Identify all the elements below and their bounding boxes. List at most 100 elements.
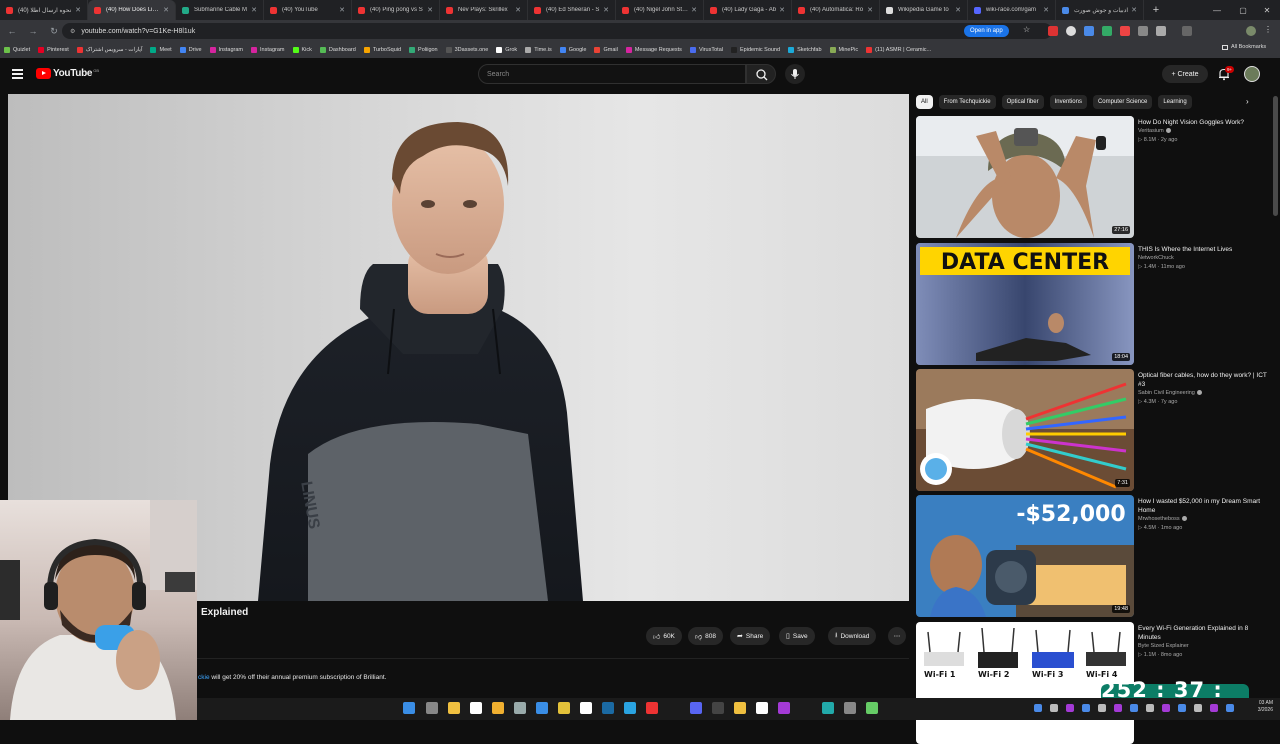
store-icon[interactable] <box>536 702 548 714</box>
tab-close-icon[interactable]: ✕ <box>339 6 345 14</box>
bookmark-item[interactable]: Kick <box>292 47 312 53</box>
video-thumbnail[interactable]: -$52,000 19:48 <box>916 495 1134 617</box>
bookmark-item[interactable]: Sketchfab <box>788 47 822 53</box>
search-input[interactable]: Search <box>478 64 746 84</box>
app-icon[interactable] <box>756 702 768 714</box>
bookmark-item[interactable]: Instagram <box>251 47 285 53</box>
system-tray-icon[interactable] <box>1130 704 1138 712</box>
tab-close-icon[interactable]: ✕ <box>955 6 961 14</box>
tab-close-icon[interactable]: ✕ <box>603 6 609 14</box>
system-tray-icon[interactable] <box>1050 704 1058 712</box>
system-tray-icon[interactable] <box>1194 704 1202 712</box>
system-tray-icon[interactable] <box>1082 704 1090 712</box>
telegram-icon[interactable] <box>624 702 636 714</box>
bookmark-item[interactable]: MinePic <box>829 47 858 53</box>
bookmark-item[interactable]: Time.is <box>525 47 552 53</box>
browser-tab[interactable]: Submarine Cable M ✕ <box>176 0 264 20</box>
folder-icon[interactable] <box>448 702 460 714</box>
rider-icon[interactable] <box>778 702 790 714</box>
tab-close-icon[interactable]: ✕ <box>515 6 521 14</box>
recommended-title[interactable]: Every Wi-Fi Generation Explained in 8 Mi… <box>1138 624 1268 642</box>
tab-close-icon[interactable]: ✕ <box>251 6 257 14</box>
chrome-icon[interactable] <box>558 702 570 714</box>
system-tray-icon[interactable] <box>1066 704 1074 712</box>
channel-name-row[interactable]: Byte Sized Explainer <box>1138 643 1189 649</box>
browser-tab[interactable]: (40) Lady Gaga - Ab ✕ <box>704 0 792 20</box>
extension-icon[interactable] <box>1102 26 1112 36</box>
dislike-button[interactable]: 👎︎ 808 <box>688 627 723 645</box>
tab-close-icon[interactable]: ✕ <box>867 6 873 14</box>
search-button[interactable] <box>746 64 776 84</box>
filter-chip[interactable]: Inventions <box>1049 95 1087 109</box>
create-button[interactable]: + Create <box>1162 65 1208 83</box>
filter-chip[interactable]: From Techquickie <box>938 95 996 109</box>
system-tray-icon[interactable] <box>1034 704 1042 712</box>
channel-name-row[interactable]: Veritasium <box>1138 128 1171 134</box>
media-icon[interactable] <box>1182 26 1192 36</box>
save-button[interactable]: ▯ Save <box>779 627 815 645</box>
video-thumbnail[interactable]: 27:16 <box>916 116 1134 238</box>
minimize-button[interactable]: — <box>1204 0 1230 20</box>
tab-close-icon[interactable]: ✕ <box>691 6 697 14</box>
bookmark-item[interactable]: Drive <box>179 47 202 53</box>
recommended-video[interactable]: 27:16 How Do Night Vision Goggles Work? Ve… <box>916 116 1270 238</box>
app-icon[interactable] <box>866 702 878 714</box>
browser-tab[interactable]: (40) نحوه ارسال اطلا ✕ <box>0 0 88 20</box>
browser-tab[interactable]: Wikipedia Game to ✕ <box>880 0 968 20</box>
file-explorer-icon[interactable] <box>492 702 504 714</box>
system-tray-icon[interactable] <box>1098 704 1106 712</box>
open-in-app-button[interactable]: Open in app <box>964 25 1009 37</box>
bookmark-item[interactable]: Gmail <box>594 47 618 53</box>
app-icon[interactable] <box>646 702 658 714</box>
video-thumbnail[interactable]: DATA CENTER 18:04 <box>916 243 1134 365</box>
extension-icon[interactable] <box>1048 26 1058 36</box>
tab-close-icon[interactable]: ✕ <box>779 6 785 14</box>
channel-name-row[interactable]: NetworkChuck <box>1138 255 1174 261</box>
app-icon[interactable] <box>822 702 834 714</box>
filter-chip[interactable]: Computer Science <box>1092 95 1153 109</box>
chevron-right-icon[interactable]: › <box>1246 97 1256 107</box>
back-icon[interactable]: ← <box>3 22 21 40</box>
extension-icon[interactable] <box>1066 26 1076 36</box>
system-tray-icon[interactable] <box>1210 704 1218 712</box>
recommended-title[interactable]: How I wasted $52,000 in my Dream Smart H… <box>1138 497 1268 515</box>
reload-icon[interactable]: ↻ <box>45 22 63 40</box>
tab-close-icon[interactable]: ✕ <box>1131 6 1137 14</box>
system-tray-icon[interactable] <box>1146 704 1154 712</box>
youtube-logo[interactable]: YouTube GB <box>36 68 99 79</box>
maximize-button[interactable]: ▢ <box>1230 0 1256 20</box>
site-info-icon[interactable]: ⚙ <box>70 28 75 35</box>
browser-tab[interactable]: Nev Plays: Skrillex ✕ <box>440 0 528 20</box>
search-icon[interactable] <box>470 702 482 714</box>
extensions-puzzle-icon[interactable] <box>1156 26 1166 36</box>
task-view-icon[interactable] <box>426 702 438 714</box>
bookmark-item[interactable]: آپارات - سرویس اشتراک <box>76 47 142 53</box>
hamburger-menu-icon[interactable] <box>12 69 23 79</box>
bookmark-item[interactable]: TurboSquid <box>363 47 401 53</box>
system-tray-icon[interactable] <box>1114 704 1122 712</box>
profile-avatar-icon[interactable] <box>1246 26 1256 36</box>
browser-tab[interactable]: (40) Ed Sheeran - S ✕ <box>528 0 616 20</box>
app-icon[interactable] <box>580 702 592 714</box>
all-bookmarks-button[interactable]: All Bookmarks <box>1222 44 1266 50</box>
channel-name-row[interactable]: Mrwhosetheboss <box>1138 516 1187 522</box>
extension-icon[interactable] <box>1138 26 1148 36</box>
filter-chip[interactable]: All <box>916 95 933 109</box>
bookmark-item[interactable]: Message Requests <box>625 47 682 53</box>
bookmark-item[interactable]: VirusTotal <box>689 47 723 53</box>
tab-close-icon[interactable]: ✕ <box>163 6 169 14</box>
bookmark-item[interactable]: Meet <box>150 47 172 53</box>
browser-tab[interactable]: (40) Ping pong vs S ✕ <box>352 0 440 20</box>
app-icon[interactable] <box>734 702 746 714</box>
forward-icon[interactable]: → <box>24 22 42 40</box>
recommended-video[interactable]: DATA CENTER 18:04 THIS Is Where the Intern… <box>916 243 1270 365</box>
bookmark-item[interactable]: Pinterest <box>38 47 69 53</box>
bookmark-item[interactable]: Instagram <box>209 47 243 53</box>
system-tray-icon[interactable] <box>1178 704 1186 712</box>
voice-search-button[interactable] <box>785 64 805 84</box>
bookmark-item[interactable]: Poliigon <box>409 47 438 53</box>
address-bar[interactable]: ⚙ youtube.com/watch?v=G1Ke-H8l1uk <box>62 23 1052 39</box>
download-button[interactable]: ⭳ Download <box>828 627 877 645</box>
steam-icon[interactable] <box>602 702 614 714</box>
tab-close-icon[interactable]: ✕ <box>427 6 433 14</box>
